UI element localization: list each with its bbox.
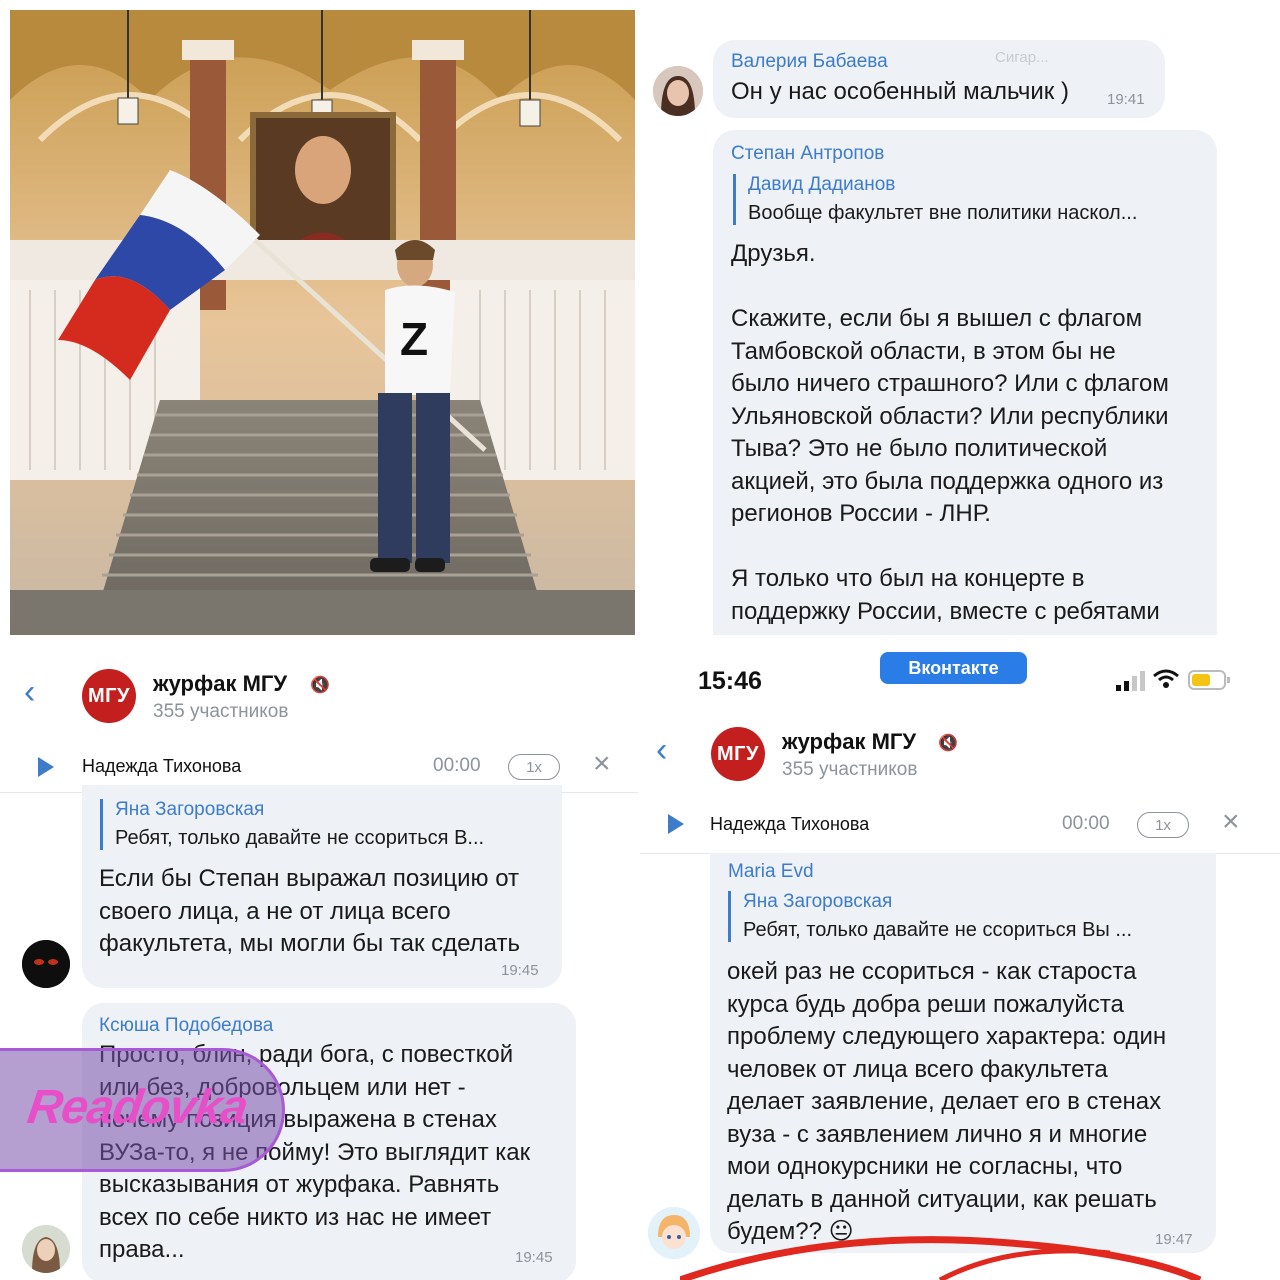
message-line: акцией, это была поддержка одного из xyxy=(731,467,1164,495)
quoted-reply[interactable]: Давид Дадианов Вообще факультет вне поли… xyxy=(733,174,1203,225)
message-line: делает заявление, делает его в стенах xyxy=(727,1088,1162,1115)
logo-text: МГУ xyxy=(88,684,130,707)
back-arrow-icon[interactable]: ‹ xyxy=(24,673,35,712)
photo-panel: Z xyxy=(10,10,635,635)
message-text: Если бы Степан выражал позицию от своего… xyxy=(99,863,520,961)
message-line: Тамбовской области, в этом бы не xyxy=(731,337,1116,365)
message-bubble-maria[interactable]: Maria Evd Яна Загоровская Ребят, только … xyxy=(710,853,1216,1253)
quote-sender: Яна Загоровская xyxy=(115,799,265,820)
audio-time: 00:00 xyxy=(1062,813,1110,834)
message-line: человек от лица всего факультета xyxy=(727,1055,1108,1083)
audio-author: Надежда Тихонова xyxy=(82,756,242,776)
chat-panel-top-right: Валерия Бабаева Сигар... Он у нас особен… xyxy=(645,0,1280,635)
chat-header: ‹ МГУ журфак МГУ 🔇 355 участников xyxy=(640,703,1280,803)
vk-pill[interactable]: Вконтакте xyxy=(880,652,1027,684)
message-line: окей раз не ссориться - как староста xyxy=(727,958,1137,985)
mute-icon: 🔇 xyxy=(938,735,958,752)
message-line: Друзья. xyxy=(731,240,816,267)
back-arrow-icon[interactable]: ‹ xyxy=(656,731,667,770)
message-line: курса будь добра реши пожалуйста xyxy=(727,990,1124,1018)
message-bubble-valeria[interactable]: Валерия Бабаева Сигар... Он у нас особен… xyxy=(713,40,1165,118)
wifi-icon xyxy=(1153,669,1179,688)
message-sender[interactable]: Валерия Бабаева xyxy=(731,51,888,73)
message-line: проблему следующего характера: один xyxy=(727,1023,1167,1050)
message-sender[interactable]: Степан Антропов xyxy=(731,143,884,165)
message-line: было ничего страшного? Или с флагом xyxy=(731,370,1169,397)
message-text: Он у нас особенный мальчик ) xyxy=(731,78,1069,105)
chat-header: ‹ МГУ журфак МГУ 🔇 355 участников xyxy=(0,645,638,745)
play-icon[interactable] xyxy=(668,814,684,834)
message-text: окей раз не ссориться - как староста кур… xyxy=(727,956,1166,1249)
svg-text:Z: Z xyxy=(400,313,428,365)
message-line: высказывания от журфака. Равнять xyxy=(99,1171,500,1198)
message-line: Скажите, если бы я вышел с флагом xyxy=(731,305,1143,332)
quote-sender: Давид Дадианов xyxy=(748,174,896,195)
message-sender[interactable]: Ксюша Подобедова xyxy=(99,1015,273,1037)
red-circle-annotation xyxy=(680,1236,1202,1280)
signal-icon xyxy=(1116,671,1145,691)
chat-panel-bottom-right: 15:46 Вконтакте ‹ МГУ журфак МГУ 🔇 355 у… xyxy=(640,645,1280,1280)
quoted-reply[interactable]: Яна Загоровская Ребят, только давайте не… xyxy=(728,891,1198,942)
play-icon[interactable] xyxy=(38,757,54,777)
watermark-logo: Readovka xyxy=(24,1081,251,1134)
message-sender[interactable]: Maria Evd xyxy=(728,861,814,883)
message-time: 19:45 xyxy=(501,962,539,979)
quote-sender: Яна Загоровская xyxy=(743,891,893,912)
message-line: всех по себе никто из нас не имеет xyxy=(99,1203,492,1231)
message-line: права... xyxy=(99,1236,185,1263)
chat-panel-bottom-left: ‹ МГУ журфак МГУ 🔇 355 участников Надежд… xyxy=(0,645,638,1280)
mute-icon: 🔇 xyxy=(310,677,330,694)
audio-time: 00:00 xyxy=(433,755,481,776)
participant-count: 355 участников xyxy=(153,701,289,722)
quote-text: Ребят, только давайте не ссориться Вы ..… xyxy=(743,919,1133,941)
quote-text: Ребят, только давайте не ссориться В... xyxy=(115,827,485,849)
message-line: вуза - с заявлением лично я и многие xyxy=(727,1120,1148,1148)
message-bubble-reply[interactable]: Яна Загоровская Ребят, только давайте не… xyxy=(82,785,562,988)
status-bar: 15:46 Вконтакте xyxy=(640,645,1280,703)
message-text: Друзья. Скажите, если бы я вышел с флаго… xyxy=(731,238,1169,628)
message-time: 19:41 xyxy=(1107,91,1145,108)
staircase-photo: Z xyxy=(10,10,635,635)
participant-count: 355 участников xyxy=(782,759,918,780)
group-title[interactable]: журфак МГУ xyxy=(153,671,287,697)
message-line xyxy=(731,531,1169,564)
avatar-dark-image xyxy=(22,940,70,988)
message-line xyxy=(731,271,1169,304)
audio-player: Надежда Тихонова 00:00 1x × xyxy=(640,800,1280,854)
speed-button[interactable]: 1x xyxy=(1137,812,1189,838)
avatar-valeria[interactable] xyxy=(653,66,703,116)
message-line: факультета, мы могли бы так сделать xyxy=(99,930,520,957)
message-line: Ульяновской области? Или республики xyxy=(731,402,1169,430)
audio-author: Надежда Тихонова xyxy=(710,814,870,834)
group-avatar[interactable]: МГУ xyxy=(711,727,765,781)
avatar-ksyusha-image xyxy=(22,1225,70,1273)
quote-text: Вообще факультет вне политики наскол... xyxy=(748,202,1138,224)
message-line: делать в данной ситуации, как решать xyxy=(727,1185,1157,1213)
speed-button[interactable]: 1x xyxy=(508,754,560,780)
message-time: 19:45 xyxy=(515,1249,553,1266)
message-line: своего лица, а не от лица всего xyxy=(99,897,451,925)
logo-text: МГУ xyxy=(717,742,759,765)
battery-icon xyxy=(1188,670,1230,690)
avatar-dark[interactable] xyxy=(22,940,70,988)
quoted-reply[interactable]: Яна Загоровская Ребят, только давайте не… xyxy=(100,799,540,850)
group-avatar[interactable]: МГУ xyxy=(82,669,136,723)
message-line: мои однокурсники не согласны, что xyxy=(727,1153,1123,1180)
message-line: Я только что был на концерте в xyxy=(731,565,1085,592)
message-line: поддержку России, вместе с ребятами xyxy=(731,597,1160,625)
message-bubble-stepan[interactable]: Степан Антропов Давид Дадианов Вообще фа… xyxy=(713,130,1217,635)
avatar-ksyusha[interactable] xyxy=(22,1225,70,1273)
message-line: Тыва? Это не было политической xyxy=(731,435,1108,462)
background-text: Сигар... xyxy=(995,49,1049,66)
close-icon[interactable]: × xyxy=(1222,805,1240,839)
group-title[interactable]: журфак МГУ xyxy=(782,729,916,755)
avatar-valeria-image xyxy=(653,66,703,116)
status-clock: 15:46 xyxy=(698,667,762,695)
message-line: регионов России - ЛНР. xyxy=(731,500,991,527)
close-icon[interactable]: × xyxy=(593,747,611,781)
message-line: Если бы Степан выражал позицию от xyxy=(99,865,520,892)
